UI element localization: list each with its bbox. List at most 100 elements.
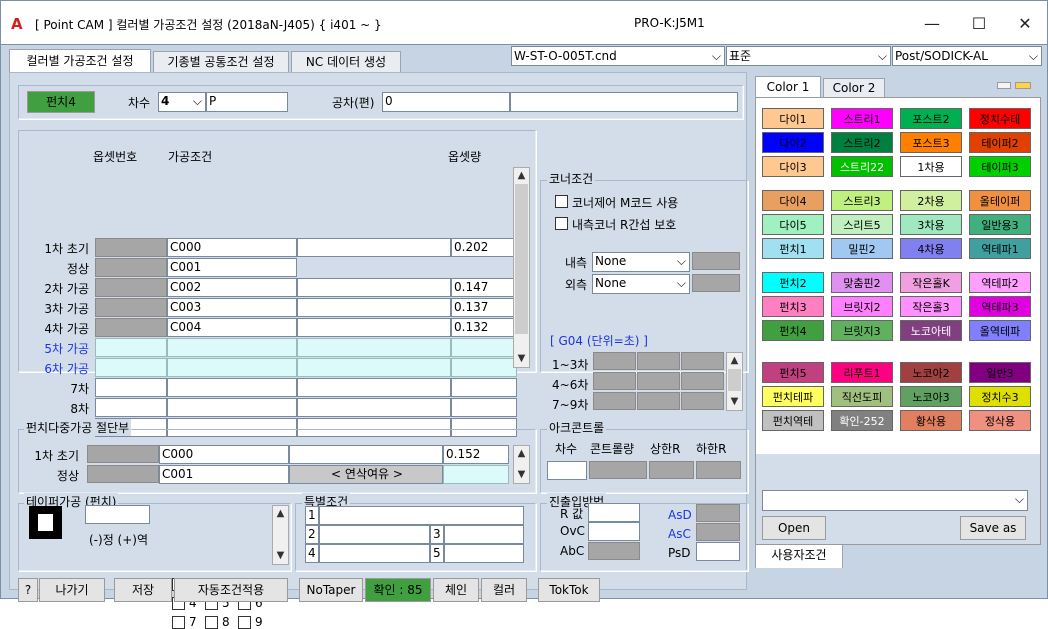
grid-extra-cell[interactable]: [297, 238, 451, 257]
offset-no-cell[interactable]: [95, 278, 167, 297]
color-swatch-button[interactable]: 다이4: [762, 190, 824, 211]
scroll-thumb[interactable]: [728, 369, 741, 391]
save-as-button[interactable]: Save as: [960, 516, 1026, 540]
multi-offset[interactable]: 0.152: [443, 445, 509, 464]
grid-scrollbar[interactable]: ▲ ▼: [513, 167, 530, 368]
offset-cell[interactable]: [451, 338, 517, 357]
scroll-thumb[interactable]: [515, 184, 528, 334]
close-button[interactable]: ✕: [1002, 9, 1048, 39]
color-swatch-button[interactable]: 정치수3: [969, 386, 1031, 407]
color-swatch-button[interactable]: 맞춤핀2: [831, 272, 893, 293]
grid-extra-cell[interactable]: [297, 338, 451, 357]
color-swatch-button[interactable]: 다이2: [762, 132, 824, 153]
g04-cell[interactable]: [681, 372, 724, 390]
taper-checkbox-8[interactable]: [205, 616, 218, 629]
maximize-button[interactable]: ☐: [956, 9, 1002, 39]
offset-cell[interactable]: 0.147: [451, 278, 517, 297]
offset-no-cell[interactable]: [95, 398, 167, 417]
color-swatch-button[interactable]: 정치수테: [969, 108, 1031, 129]
color-swatch-button[interactable]: 펀치3: [762, 296, 824, 317]
multi-condition[interactable]: C000: [159, 445, 289, 464]
color-swatch-button[interactable]: 펀치역테: [762, 410, 824, 431]
scroll-up-icon[interactable]: ▲: [514, 446, 529, 462]
condition-cell[interactable]: C002: [167, 278, 297, 297]
special-field-2[interactable]: [319, 525, 430, 544]
color-swatch-button[interactable]: 노코아테: [900, 320, 962, 341]
color-swatch-button[interactable]: 2차용: [900, 190, 962, 211]
color-swatch-button[interactable]: 3차용: [900, 214, 962, 235]
color-swatch-button[interactable]: 확인-252: [831, 410, 893, 431]
inner-corner-checkbox[interactable]: [555, 217, 568, 230]
offset-no-cell[interactable]: [95, 298, 167, 317]
color-swatch-button[interactable]: 1차용: [900, 156, 962, 177]
color-swatch-button[interactable]: 스트리3: [831, 190, 893, 211]
taper-scrollbar[interactable]: ▲ ▼: [272, 505, 289, 565]
condition-cell[interactable]: [167, 398, 297, 417]
color-swatch-button[interactable]: 펀치1: [762, 238, 824, 259]
arc-order-field[interactable]: [547, 461, 587, 480]
color-swatch-button[interactable]: 다이5: [762, 214, 824, 235]
multi-scrollbar[interactable]: ▲ ▼: [513, 445, 530, 484]
condition-cell[interactable]: [167, 358, 297, 377]
tolerance-field[interactable]: 0: [382, 92, 510, 112]
confirm-button[interactable]: 확인 : 85: [365, 578, 431, 602]
scroll-up-icon[interactable]: ▲: [273, 506, 288, 522]
multi-condition[interactable]: C001: [159, 465, 289, 484]
color-swatch-button[interactable]: 스트리22: [831, 156, 893, 177]
color-button[interactable]: 컬러: [481, 578, 527, 602]
color-swatch-button[interactable]: 노코아2: [900, 362, 962, 383]
special-field-5[interactable]: [444, 544, 524, 563]
scroll-down-icon[interactable]: ▼: [273, 548, 288, 564]
arc-lower-field[interactable]: [696, 461, 741, 479]
offset-no-cell[interactable]: [95, 378, 167, 397]
corner-mcode-checkbox[interactable]: [555, 195, 568, 208]
tab-color-conditions[interactable]: 컬러별 가공조건 설정: [9, 49, 151, 73]
offset-no-cell[interactable]: [95, 318, 167, 337]
exit-button[interactable]: 나가기: [39, 578, 105, 602]
g04-cell[interactable]: [637, 372, 680, 390]
p-field[interactable]: P: [206, 92, 288, 112]
standard-select[interactable]: 표준 ⌵: [726, 46, 891, 66]
offset-cell[interactable]: 0.137: [451, 298, 517, 317]
color-swatch-button[interactable]: 브릿지3: [831, 320, 893, 341]
offset-cell[interactable]: 0.202: [451, 238, 517, 257]
grid-extra-cell[interactable]: [297, 358, 451, 377]
preset-select[interactable]: ⌵: [762, 490, 1028, 511]
g04-cell[interactable]: [593, 372, 636, 390]
special-field-4[interactable]: [319, 544, 430, 563]
multi-offset-no[interactable]: [87, 445, 159, 463]
color-swatch-button[interactable]: 펀치2: [762, 272, 824, 293]
notaper-button[interactable]: NoTaper: [299, 578, 363, 602]
condition-cell[interactable]: [167, 378, 297, 397]
outer-value-box[interactable]: [692, 274, 740, 292]
save-button[interactable]: 저장: [114, 578, 172, 602]
arc-upper-field[interactable]: [649, 461, 694, 479]
multi-extra[interactable]: [289, 445, 443, 464]
open-button[interactable]: Open: [762, 516, 826, 540]
color-swatch-button[interactable]: 직선도피: [831, 386, 893, 407]
offset-no-cell[interactable]: [95, 238, 167, 257]
offset-no-cell[interactable]: [95, 258, 167, 277]
grid-extra-cell[interactable]: [297, 298, 451, 317]
inner-select[interactable]: None ⌵: [592, 252, 690, 272]
order-select[interactable]: 4 ⌵: [158, 92, 206, 112]
toktok-button[interactable]: TokTok: [538, 578, 600, 602]
scroll-up-icon[interactable]: ▲: [727, 353, 742, 369]
color-swatch-button[interactable]: 스트리1: [831, 108, 893, 129]
color-swatch-button[interactable]: 일반3: [969, 362, 1031, 383]
color-swatch-button[interactable]: 펀치5: [762, 362, 824, 383]
tab-color-2[interactable]: Color 2: [823, 78, 885, 98]
scroll-down-icon[interactable]: ▼: [514, 351, 529, 367]
color-swatch-button[interactable]: 스트리2: [831, 132, 893, 153]
condition-cell[interactable]: [167, 338, 297, 357]
g04-scrollbar[interactable]: ▲ ▼: [726, 352, 743, 411]
g04-cell[interactable]: [681, 392, 724, 410]
offset-no-cell[interactable]: [95, 358, 167, 377]
multi-offset-no[interactable]: [87, 465, 159, 483]
help-button[interactable]: ?: [18, 578, 38, 602]
color-swatch-button[interactable]: 정삭용: [969, 410, 1031, 431]
taper-field[interactable]: [85, 505, 150, 524]
color-swatch-button[interactable]: 일반용3: [969, 214, 1031, 235]
post-select[interactable]: Post/SODICK-AL ⌵: [892, 46, 1042, 66]
color-swatch-button[interactable]: 다이3: [762, 156, 824, 177]
